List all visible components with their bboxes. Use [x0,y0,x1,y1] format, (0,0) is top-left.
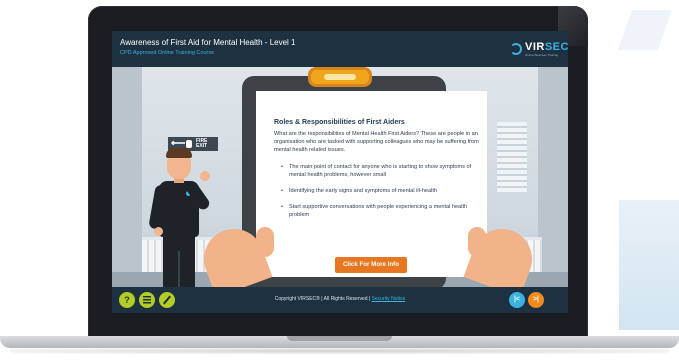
list-item: Identifying the early signs and symptoms… [281,187,479,195]
virsec-logo: VIRSEC Online Business Training [510,40,568,58]
logo-tagline: Online Business Training [525,53,559,57]
holding-thumb-left [256,227,274,257]
logo-text: VIRSEC [525,41,568,53]
holding-thumb-right [468,227,486,257]
course-screen: Awareness of First Aid for Mental Health… [112,31,568,313]
copyright-notice: Copyright VIRSEC® | All Rights Reserved … [112,296,568,302]
logo-mark-icon [510,43,522,55]
fire-exit-word: EXIT [196,143,208,149]
more-info-button[interactable]: Click For More Info [335,257,407,273]
character-hand [200,171,210,181]
background-decoration [619,200,679,330]
running-man-icon [186,140,192,148]
logo-text-accent: SEC [544,41,568,53]
course-title: Awareness of First Aid for Mental Health… [120,38,296,47]
top-bar: Awareness of First Aid for Mental Health… [112,31,568,67]
background-decoration [617,10,673,50]
character-hand [154,227,163,236]
security-notice-link[interactable]: Security Notice [372,296,406,302]
list-item: The main point of contact for anyone who… [281,163,479,179]
laptop-base-notch [287,336,392,341]
list-item: Start supportive conversations with peop… [281,203,479,219]
wall-left [112,67,142,287]
clipboard-clip-highlight [324,74,356,80]
fire-exit-text: FIRE EXIT [196,139,207,149]
laptop-shadow [10,348,669,354]
course-subtitle: CPD Approved Online Training Course [120,50,215,56]
previous-icon[interactable]: |< [509,292,525,308]
character-hair [166,148,192,158]
logo-text-main: VIR [525,41,545,53]
next-icon[interactable]: >| [528,292,544,308]
copyright-text: Copyright VIRSEC® | All Rights Reserved … [274,296,372,302]
slide-intro: What are the responsibilities of Mental … [274,131,479,154]
wall-right [538,67,568,287]
stage: Awareness of First Aid for Mental Health… [0,0,679,364]
slide-content: Roles & Responsibilities of First Aiders… [274,119,479,228]
window-blind [497,122,527,192]
slide-title: Roles & Responsibilities of First Aiders [274,119,405,126]
bottom-bar: ? Copyright VIRSEC® | All Rights Reserve… [112,287,568,313]
responsibility-list: The main point of contact for anyone who… [274,163,479,220]
